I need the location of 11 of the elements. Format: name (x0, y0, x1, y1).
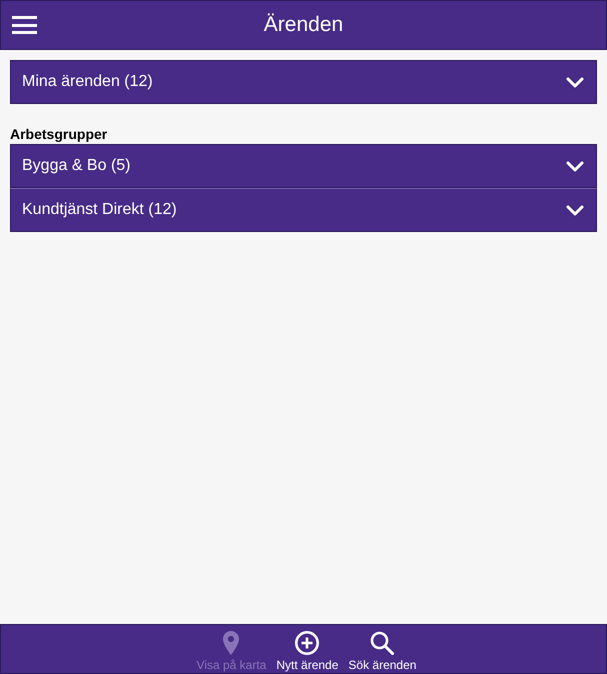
bottom-bar-button[interactable]: Sök ärenden (348, 629, 416, 672)
accordion-header[interactable]: Kundtjänst Direkt (12) (10, 188, 597, 232)
page-title: Ärenden (264, 12, 344, 38)
section-heading: Arbetsgrupper (10, 126, 108, 142)
accordion-header[interactable]: Bygga & Bo (5) (10, 144, 597, 188)
menu-icon[interactable] (12, 16, 37, 34)
bottom-bar-button[interactable]: Nytt ärende (276, 629, 338, 672)
accordion-header[interactable]: Mina ärenden (12) (10, 60, 597, 104)
plus-circle-icon (295, 631, 320, 655)
map-pin-icon (223, 631, 240, 655)
search-icon (370, 631, 394, 655)
